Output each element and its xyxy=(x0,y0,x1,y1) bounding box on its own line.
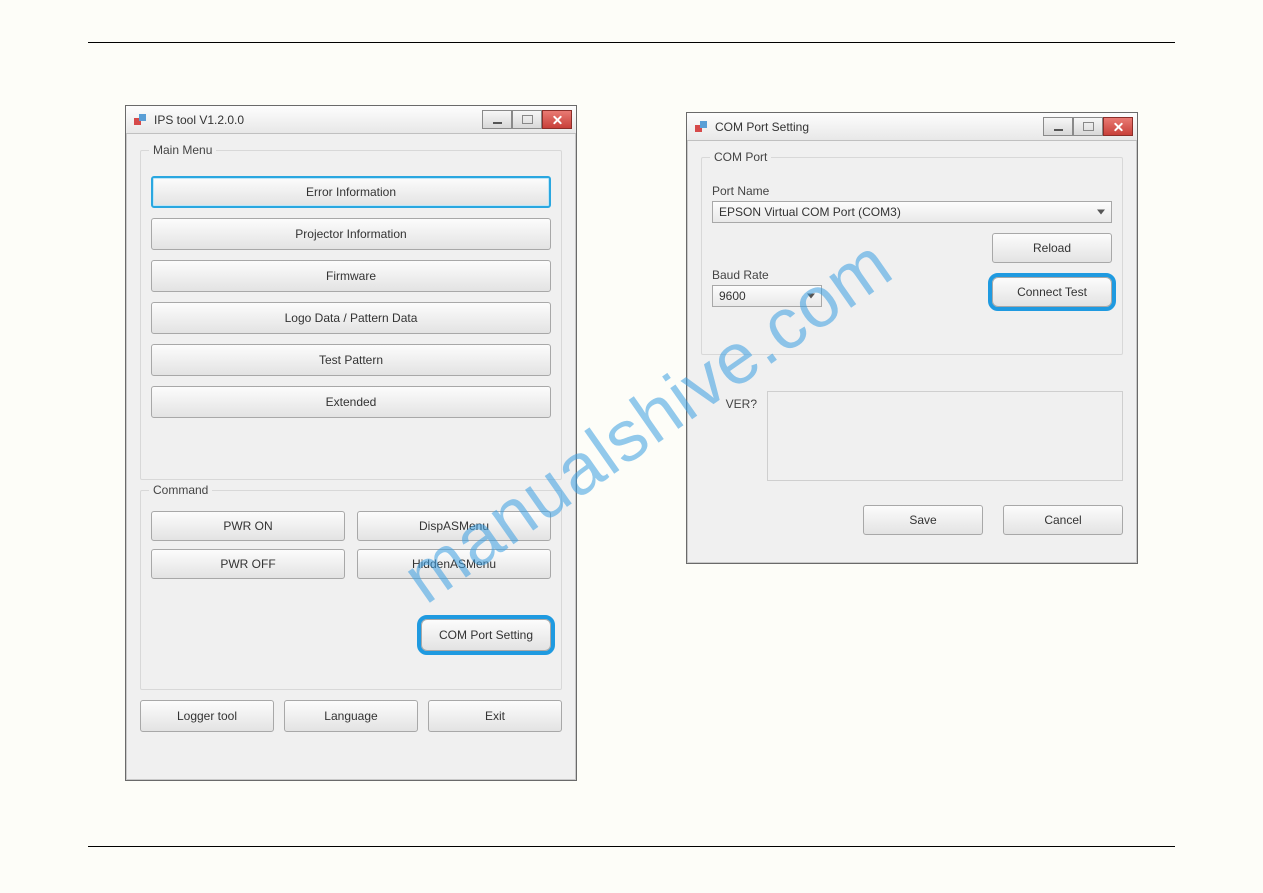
ips-tool-window: IPS tool V1.2.0.0 Main Menu Error Inform… xyxy=(125,105,577,781)
projector-information-button[interactable]: Projector Information xyxy=(151,218,551,250)
baud-rate-value: 9600 xyxy=(719,289,746,303)
connect-test-button[interactable]: Connect Test xyxy=(992,277,1112,307)
reload-button[interactable]: Reload xyxy=(992,233,1112,263)
baud-rate-select[interactable]: 9600 xyxy=(712,285,822,307)
port-name-select[interactable]: EPSON Virtual COM Port (COM3) xyxy=(712,201,1112,223)
titlebar-com[interactable]: COM Port Setting xyxy=(687,113,1137,141)
minimize-button[interactable] xyxy=(482,110,512,129)
minimize-button[interactable] xyxy=(1043,117,1073,136)
com-port-setting-button[interactable]: COM Port Setting xyxy=(421,619,551,651)
command-legend: Command xyxy=(149,483,212,497)
port-name-label: Port Name xyxy=(712,184,1112,198)
port-name-value: EPSON Virtual COM Port (COM3) xyxy=(719,205,901,219)
chevron-down-icon xyxy=(807,294,815,299)
maximize-button[interactable] xyxy=(512,110,542,129)
error-information-button[interactable]: Error Information xyxy=(151,176,551,208)
extended-button[interactable]: Extended xyxy=(151,386,551,418)
titlebar-main[interactable]: IPS tool V1.2.0.0 xyxy=(126,106,576,134)
com-port-setting-window: COM Port Setting COM Port Port Name EPSO… xyxy=(686,112,1138,564)
command-group: Command PWR ON DispASMenu PWR OFF Hidden… xyxy=(140,490,562,690)
pwr-on-button[interactable]: PWR ON xyxy=(151,511,345,541)
hidden-as-menu-button[interactable]: HiddenASMenu xyxy=(357,549,551,579)
language-button[interactable]: Language xyxy=(284,700,418,732)
exit-button[interactable]: Exit xyxy=(428,700,562,732)
baud-rate-label: Baud Rate xyxy=(712,268,822,282)
close-button[interactable] xyxy=(542,110,572,129)
chevron-down-icon xyxy=(1097,210,1105,215)
ver-output-box xyxy=(767,391,1123,481)
main-menu-legend: Main Menu xyxy=(149,143,216,157)
close-button[interactable] xyxy=(1103,117,1133,136)
com-port-group: COM Port Port Name EPSON Virtual COM Por… xyxy=(701,157,1123,355)
com-port-legend: COM Port xyxy=(710,150,771,164)
test-pattern-button[interactable]: Test Pattern xyxy=(151,344,551,376)
app-icon xyxy=(132,112,148,128)
main-menu-group: Main Menu Error Information Projector In… xyxy=(140,150,562,480)
logger-tool-button[interactable]: Logger tool xyxy=(140,700,274,732)
firmware-button[interactable]: Firmware xyxy=(151,260,551,292)
window-title: IPS tool V1.2.0.0 xyxy=(154,113,244,127)
maximize-button[interactable] xyxy=(1073,117,1103,136)
window-title: COM Port Setting xyxy=(715,120,809,134)
app-icon xyxy=(693,119,709,135)
pwr-off-button[interactable]: PWR OFF xyxy=(151,549,345,579)
cancel-button[interactable]: Cancel xyxy=(1003,505,1123,535)
page-rule-bottom xyxy=(88,846,1175,847)
page-rule-top xyxy=(88,42,1175,43)
ver-label: VER? xyxy=(701,391,757,481)
save-button[interactable]: Save xyxy=(863,505,983,535)
logo-pattern-data-button[interactable]: Logo Data / Pattern Data xyxy=(151,302,551,334)
disp-as-menu-button[interactable]: DispASMenu xyxy=(357,511,551,541)
